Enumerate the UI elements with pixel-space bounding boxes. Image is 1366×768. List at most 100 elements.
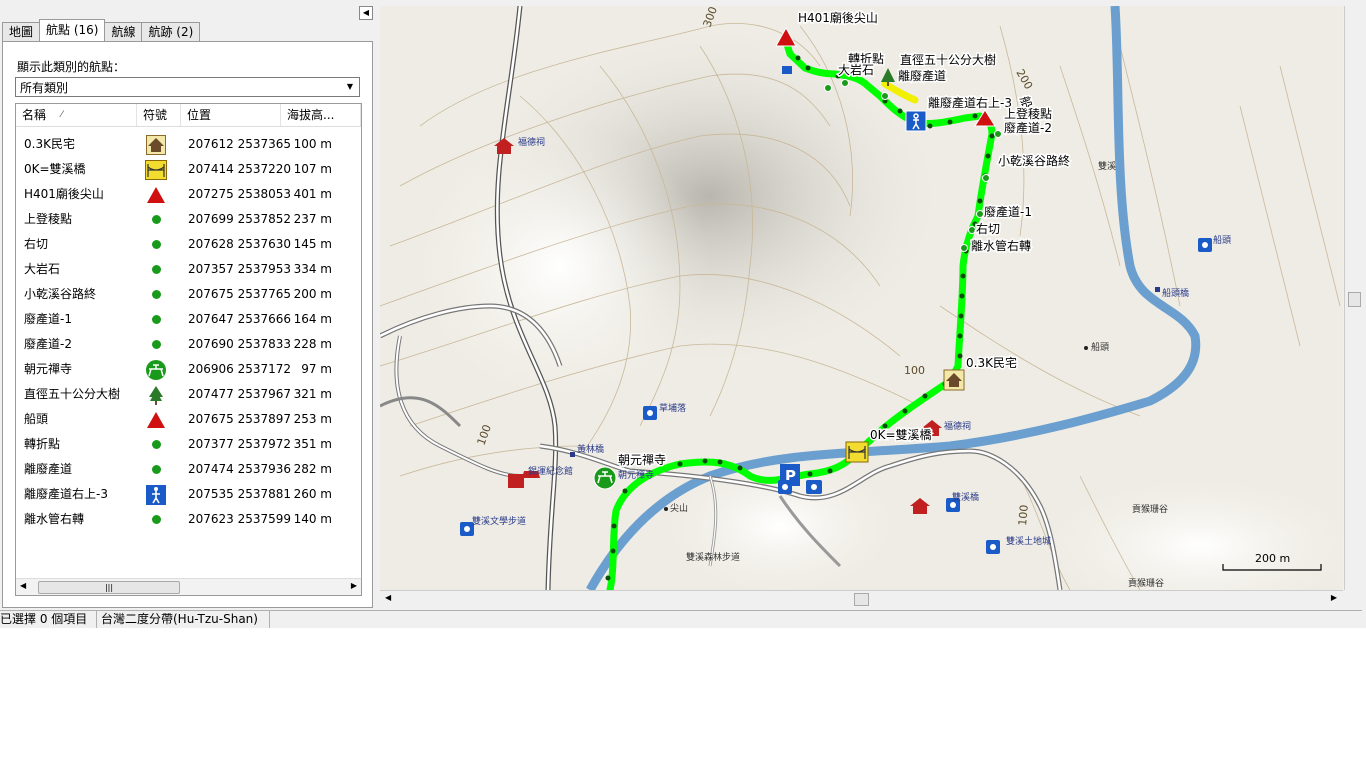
table-row[interactable]: 直徑五十公分大樹 207477 2537967 321 m — [16, 382, 361, 407]
collapse-panel-button[interactable]: ◀ — [359, 6, 373, 20]
tab-tracks[interactable]: 航跡 (2) — [141, 22, 201, 41]
waypoint-position: 207647 2537666 — [188, 312, 292, 326]
column-header-name[interactable]: 名稱 ⁄ — [16, 104, 137, 126]
poi-label: 雙溪森林步道 — [686, 551, 740, 563]
scroll-right-icon[interactable]: ▶ — [1331, 593, 1337, 602]
valley-end-icon[interactable] — [982, 174, 990, 182]
tab-waypoints[interactable]: 航點 (16) — [39, 19, 106, 41]
column-header-altitude[interactable]: 海拔高... — [281, 104, 361, 126]
hiker-icon — [144, 482, 168, 507]
waypoint-position: 207675 2537765 — [188, 287, 292, 301]
bridge-icon — [144, 157, 168, 182]
tab-map[interactable]: 地圖 — [2, 22, 41, 41]
house-icon — [144, 132, 168, 157]
table-row[interactable]: 上登稜點 207699 2537852 237 m — [16, 207, 361, 232]
waypoint-altitude: 100 m — [293, 137, 332, 151]
map-horizontal-scrollbar[interactable]: ◀ ▶ — [380, 590, 1343, 608]
waypoint-name: 廢產道-2 — [24, 337, 72, 351]
poi-label: 黃林橋 — [577, 443, 604, 455]
dot-icon — [144, 282, 168, 307]
right-cut-icon[interactable] — [968, 226, 976, 234]
scrollbar-thumb[interactable] — [854, 593, 869, 606]
table-row[interactable]: 廢產道-1 207647 2537666 164 m — [16, 307, 361, 332]
selection-status: 已選擇 0 個項目 — [0, 611, 97, 628]
waypoint-position: 206906 2537172 — [188, 362, 292, 376]
waypoint-altitude: 200 m — [293, 287, 332, 301]
scroll-right-icon[interactable]: ▶ — [351, 581, 357, 590]
status-bar: 已選擇 0 個項目 台灣二度分帶(Hu-Tzu-Shan) — [0, 610, 1362, 628]
turn-point-icon[interactable] — [841, 79, 849, 87]
scrollbar-thumb[interactable]: ||| — [38, 581, 180, 594]
waypoint-list-header: 名稱 ⁄ 符號 位置 海拔高... — [16, 104, 361, 127]
table-row[interactable]: 船頭 207675 2537897 253 m — [16, 407, 361, 432]
waypoint-list: 名稱 ⁄ 符號 位置 海拔高... 0.3K民宅 207612 2537365 100… — [15, 103, 362, 596]
waypoint-position: 207535 2537881 — [188, 487, 292, 501]
poi-marker — [664, 507, 668, 511]
dot-icon — [144, 232, 168, 257]
waypoint-label: 廢產道-1 — [984, 204, 1032, 219]
ridge-point-icon[interactable] — [994, 130, 1002, 138]
waypoint-name: 離水管右轉 — [24, 512, 85, 526]
dot-icon — [144, 507, 168, 532]
picnic-icon — [144, 357, 168, 382]
table-row[interactable]: 0K=雙溪橋 207414 2537220 107 m — [16, 157, 361, 182]
table-row[interactable]: 離水管右轉 207623 2537599 140 m — [16, 507, 361, 532]
dot-icon — [144, 457, 168, 482]
table-row[interactable]: 0.3K民宅 207612 2537365 100 m — [16, 132, 361, 157]
waypoint-label: 離水管右轉 — [971, 238, 1031, 253]
sort-indicator-icon: ⁄ — [61, 110, 63, 120]
table-row[interactable]: 離廢產道右上-3 207535 2537881 260 m — [16, 482, 361, 507]
column-header-position[interactable]: 位置 — [181, 104, 281, 126]
waypoint-position: 207414 2537220 — [188, 162, 292, 176]
temple-icon-base — [497, 146, 511, 154]
table-row[interactable]: 右切 207628 2537630 145 m — [16, 232, 361, 257]
tree-trunk — [887, 82, 889, 86]
waypoint-position: 207612 2537365 — [188, 137, 292, 151]
waypoint-altitude: 164 m — [293, 312, 332, 326]
dot-icon — [144, 432, 168, 457]
waypoint-position: 207275 2538053 — [188, 187, 292, 201]
table-row[interactable]: 大岩石 207357 2537953 334 m — [16, 257, 361, 282]
tab-routes[interactable]: 航線 — [104, 22, 143, 41]
poi-label: 雙溪橋 — [952, 491, 979, 503]
leave-road-icon[interactable] — [881, 92, 889, 100]
table-row[interactable]: 轉折點 207377 2537972 351 m — [16, 432, 361, 457]
scrollbar-thumb[interactable] — [1348, 292, 1361, 307]
column-header-symbol[interactable]: 符號 — [137, 104, 181, 126]
picnic-icon[interactable] — [593, 466, 617, 490]
waypoint-altitude: 140 m — [293, 512, 332, 526]
table-row[interactable]: 離廢產道 207474 2537936 282 m — [16, 457, 361, 482]
waypoint-position: 207477 2537967 — [188, 387, 292, 401]
waypoint-name: 上登稜點 — [24, 212, 73, 226]
scroll-left-icon[interactable]: ◀ — [385, 593, 391, 602]
waypoint-name: H401廟後尖山 — [24, 187, 104, 201]
poi-label: 福德祠 — [944, 420, 971, 432]
poi-marker — [570, 452, 575, 457]
waypoints-tab-panel: 顯示此類別的航點： 所有類別 ▼ 名稱 ⁄ 符號 位置 海拔高... 0.3K民宅… — [2, 41, 373, 608]
waypoint-name: 廢產道-1 — [24, 312, 72, 326]
poi-label: 貢猴珊谷 — [1132, 503, 1168, 515]
scroll-left-icon[interactable]: ◀ — [20, 581, 26, 590]
map-canvas[interactable]: P 福德祠 福德祠 雙溪 船頭 船頭橋 船頭 草埔落 黃林橋 錫運紀念館 朝元禪… — [380, 6, 1343, 590]
dot-icon — [144, 332, 168, 357]
bridge-icon[interactable] — [845, 441, 869, 463]
table-row[interactable]: H401廟後尖山 207275 2538053 401 m — [16, 182, 361, 207]
waypoint-name: 小乾溪谷路終 — [24, 287, 97, 301]
table-row[interactable]: 小乾溪谷路終 207675 2537765 200 m — [16, 282, 361, 307]
list-horizontal-scrollbar[interactable]: ◀ ||| ▶ — [16, 578, 361, 595]
table-row[interactable]: 廢產道-2 207690 2537833 228 m — [16, 332, 361, 357]
house-icon[interactable] — [943, 369, 965, 391]
rock-point-icon[interactable] — [824, 84, 832, 92]
table-row[interactable]: 朝元禪寺 206906 2537172 97 m — [16, 357, 361, 382]
map-view[interactable]: P 福德祠 福德祠 雙溪 船頭 船頭橋 船頭 草埔落 黃林橋 錫運紀念館 朝元禪… — [380, 6, 1343, 590]
waypoint-name: 直徑五十公分大樹 — [24, 387, 121, 401]
category-filter-select[interactable]: 所有類別 ▼ — [15, 77, 360, 97]
app-window: ◀ 地圖 航點 (16) 航線 航跡 (2) 顯示此類別的航點： 所有類別 ▼ … — [0, 0, 1366, 628]
waypoint-label: 大岩石 — [838, 62, 874, 77]
map-vertical-scrollbar[interactable] — [1344, 6, 1363, 590]
poi-label: 船頭橋 — [1162, 287, 1189, 299]
pipe-turn-icon[interactable] — [960, 244, 968, 252]
poi-label: 福德祠 — [518, 136, 545, 148]
waypoint-altitude: 107 m — [293, 162, 332, 176]
road1-icon[interactable] — [976, 210, 984, 218]
